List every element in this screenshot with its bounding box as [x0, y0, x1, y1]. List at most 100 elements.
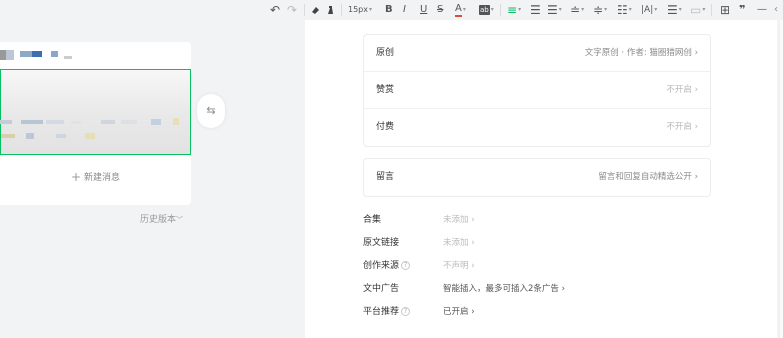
meta-source-value[interactable]: 不声明 ›	[443, 257, 475, 275]
chevron-down-icon: ▾	[702, 6, 706, 13]
history-version-label: 历史版本	[140, 215, 177, 225]
image-blur	[121, 120, 137, 124]
width-icon: |A|	[641, 5, 654, 15]
paragraph-spacing-button[interactable]: ≐ ▾	[570, 2, 584, 18]
setting-paid-label: 付费	[376, 122, 395, 132]
image-blur	[173, 118, 179, 125]
letter-spacing-button[interactable]: ≑ ▾	[593, 2, 607, 18]
font-size-value: 15px	[348, 5, 368, 14]
image-blur	[71, 121, 81, 124]
new-message-label: 新建消息	[84, 173, 121, 183]
article-header	[0, 42, 191, 69]
undo-button[interactable]: ↶	[270, 2, 280, 18]
swap-button[interactable]: ⇆	[197, 94, 225, 128]
image-blur	[1, 134, 15, 138]
meta-ads-label: 文中广告	[363, 284, 400, 294]
setting-comment-label: 留言	[376, 172, 395, 182]
chevron-down-icon: ﹀	[176, 216, 184, 224]
image-blur	[56, 134, 66, 138]
bold-button[interactable]: B	[385, 2, 393, 18]
divider-button[interactable]: —	[757, 2, 767, 18]
history-version-link[interactable]: 历史版本﹀	[140, 212, 183, 225]
highlight-button[interactable]: ab ▾	[479, 2, 494, 18]
list-button[interactable]: ☰ ▾	[667, 2, 682, 18]
info-icon[interactable]: ?	[401, 261, 411, 270]
paint-brush-icon	[328, 5, 333, 14]
font-size-select[interactable]: 15px ▾	[348, 2, 372, 18]
meta-ads[interactable]: 文中广告 智能插入，最多可插入2条广告 ›	[363, 280, 663, 298]
avatar-blur	[6, 50, 14, 60]
article-settings-panel: 原创 文字原创 · 作者: 猫圈猎网创 › 赞赏 不开启 › 付费 不开启 › …	[305, 20, 777, 338]
image-blur	[85, 133, 95, 139]
list-indent-button[interactable]: ☷ ▾	[617, 2, 632, 18]
cover-image[interactable]	[0, 69, 191, 155]
meta-source[interactable]: 创作来源? 不声明 ›	[363, 257, 663, 275]
setting-comment[interactable]: 留言 留言和回复自动精选公开 ›	[364, 159, 710, 196]
chevron-down-icon: ▾	[369, 6, 373, 13]
chevron-down-icon: ▾	[654, 6, 658, 13]
toolbar-divider	[500, 4, 501, 16]
meta-recommend-text: 平台推荐	[363, 307, 400, 317]
strikethrough-button[interactable]: S	[437, 2, 443, 18]
spacing-icon: ≐	[570, 3, 581, 17]
italic-button[interactable]: I	[403, 2, 406, 18]
toolbar-divider	[304, 4, 305, 16]
title-blur	[51, 51, 58, 57]
setting-paid[interactable]: 付费 不开启 ›	[364, 109, 710, 146]
border-icon: ▭	[690, 3, 702, 17]
width-button[interactable]: |A| ▾	[641, 2, 657, 18]
list-indent-icon: ☷	[617, 3, 628, 17]
quote-button[interactable]: ❞	[739, 2, 745, 18]
settings-group-comment: 留言 留言和回复自动精选公开 ›	[363, 158, 711, 197]
chevron-down-icon: ▾	[518, 6, 522, 13]
meta-ads-value[interactable]: 智能插入，最多可插入2条广告 ›	[443, 280, 565, 298]
chevron-down-icon: ▾	[581, 6, 585, 13]
meta-collection-label: 合集	[363, 215, 382, 225]
underline-button[interactable]: U	[420, 2, 427, 18]
new-message-button[interactable]: + 新建消息	[0, 170, 191, 184]
setting-original[interactable]: 原创 文字原创 · 作者: 猫圈猎网创 ›	[364, 35, 710, 72]
setting-reward-value: 不开启 ›	[666, 85, 698, 95]
setting-comment-value: 留言和回复自动精选公开 ›	[598, 172, 698, 182]
image-blur	[0, 120, 12, 124]
title-blur	[32, 51, 42, 57]
align-left-button[interactable]: ≡ ▾	[507, 2, 521, 18]
indent-icon: ☰	[530, 3, 541, 17]
title-blur	[64, 56, 72, 59]
highlight-icon: ab	[479, 5, 490, 15]
table-icon: ⊞	[720, 3, 731, 17]
setting-reward[interactable]: 赞赏 不开启 ›	[364, 72, 710, 109]
border-button[interactable]: ▭ ▾	[690, 2, 705, 18]
indent-button[interactable]: ☰	[530, 2, 541, 18]
toolbar-divider	[341, 4, 342, 16]
plus-icon: +	[70, 170, 82, 184]
table-button[interactable]: ⊞	[720, 2, 730, 18]
image-blur	[46, 120, 64, 124]
font-color-icon: A	[455, 3, 462, 17]
redo-button[interactable]: ↷	[287, 2, 297, 18]
meta-source-text: 创作来源	[363, 261, 400, 271]
setting-reward-label: 赞赏	[376, 85, 395, 95]
line-height-button[interactable]: ☰ ▾	[547, 2, 562, 18]
article-preview-card[interactable]: + 新建消息	[0, 42, 191, 205]
right-scroll-edge	[779, 20, 783, 338]
info-icon[interactable]: ?	[401, 307, 411, 316]
meta-collection[interactable]: 合集 未添加 ›	[363, 211, 663, 229]
format-brush-button[interactable]	[310, 2, 321, 18]
image-blur	[151, 119, 161, 125]
chevron-down-icon: ▾	[604, 6, 608, 13]
meta-original-link-label: 原文链接	[363, 238, 400, 248]
letter-spacing-icon: ≑	[593, 3, 604, 17]
meta-collection-value[interactable]: 未添加 ›	[443, 211, 475, 229]
more-button[interactable]: ‹	[774, 2, 778, 18]
toolbar-divider	[711, 4, 712, 16]
meta-original-link[interactable]: 原文链接 未添加 ›	[363, 234, 663, 252]
meta-recommend-label: 平台推荐?	[363, 303, 411, 321]
paint-format-button[interactable]	[325, 2, 336, 18]
meta-recommend[interactable]: 平台推荐? 已开启 ›	[363, 303, 663, 321]
meta-recommend-value[interactable]: 已开启 ›	[443, 303, 475, 321]
eraser-icon	[312, 6, 319, 14]
meta-original-link-value[interactable]: 未添加 ›	[443, 234, 475, 252]
font-color-button[interactable]: A ▾	[455, 2, 466, 18]
image-blur	[101, 120, 115, 124]
